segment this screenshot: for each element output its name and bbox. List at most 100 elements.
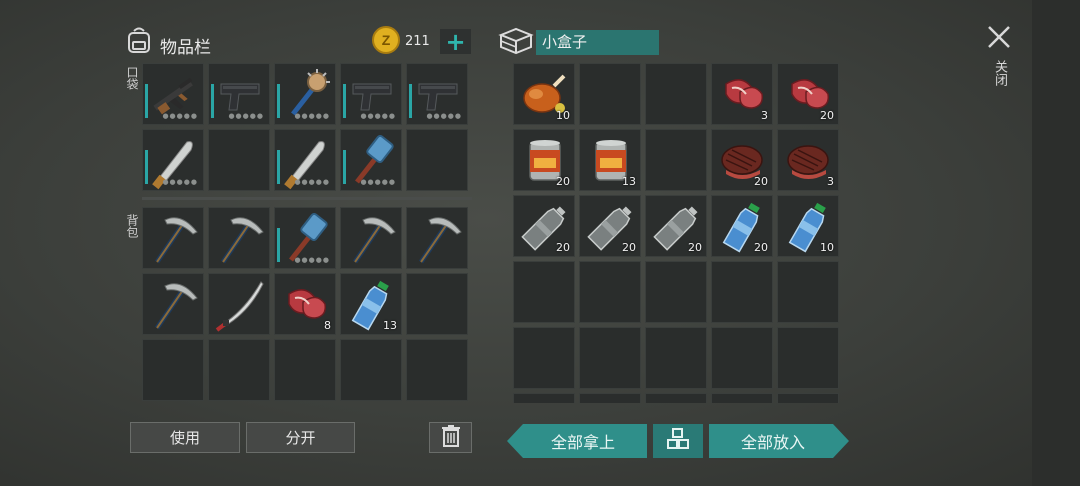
container-slot-6[interactable]: 20 [513,129,575,191]
backpack-label: 背包 [125,214,139,238]
pocket-slot-3[interactable]: ●●●●● [274,63,336,125]
container-slot-26[interactable] [513,393,575,403]
use-button[interactable]: 使用 [130,422,240,453]
container-slot-9[interactable]: 20 [711,129,773,191]
backpack-slot-3[interactable]: ●●●●● [274,207,336,269]
backpack-slot-4[interactable] [340,207,402,269]
container-slot-30[interactable] [777,393,839,403]
take-all-button[interactable]: 全部拿上 [507,424,647,458]
container-slot-27[interactable] [579,393,641,403]
container-slot-21[interactable] [513,327,575,389]
trash-icon [441,424,461,452]
quality-stars: ●●●●● [162,178,198,186]
container-slot-22[interactable] [579,327,641,389]
container-slot-13[interactable]: 20 [645,195,707,257]
put-all-label: 全部放入 [740,433,805,452]
container-slot-10[interactable]: 3 [777,129,839,191]
item-count: 10 [820,241,834,254]
svg-text:Z: Z [382,32,391,48]
durability-bar [211,84,214,118]
sort-button[interactable] [653,424,703,458]
container-slot-8[interactable] [645,129,707,191]
container-slot-23[interactable] [645,327,707,389]
backpack-slot-13[interactable] [274,339,336,401]
put-all-button[interactable]: 全部放入 [709,424,849,458]
quality-stars: ●●●●● [426,112,462,120]
container-slot-16[interactable] [513,261,575,323]
item-count: 13 [383,319,397,332]
container-slot-3[interactable] [645,63,707,125]
backpack-slot-12[interactable] [208,339,270,401]
right-edge-panel [1032,0,1080,486]
container-slot-7[interactable]: 13 [579,129,641,191]
backpack-slot-5[interactable] [406,207,468,269]
quality-stars: ●●●●● [294,178,330,186]
container-slot-18[interactable] [645,261,707,323]
pocket-slot-5[interactable]: ●●●●● [406,63,468,125]
item-count: 10 [556,109,570,122]
grid-sort-icon [667,428,689,454]
pocket-slot-1[interactable]: ●●●●● [142,63,204,125]
item-count: 20 [754,241,768,254]
container-slot-1[interactable]: 10 [513,63,575,125]
backpack-slot-15[interactable] [406,339,468,401]
close-icon [988,26,1010,48]
quality-stars: ●●●●● [162,112,198,120]
item-count: 20 [556,175,570,188]
container-slot-28[interactable] [645,393,707,403]
pocket-slot-2[interactable]: ●●●●● [208,63,270,125]
container-slot-15[interactable]: 10 [777,195,839,257]
container-slot-5[interactable]: 20 [777,63,839,125]
item-count: 8 [324,319,331,332]
item-count: 13 [622,175,636,188]
container-slot-24[interactable] [711,327,773,389]
item-count: 20 [820,109,834,122]
quality-stars: ●●●●● [294,256,330,264]
pocket-slot-6[interactable]: ●●●●● [142,129,204,191]
backpack-slot-9[interactable]: 13 [340,273,402,335]
trash-button[interactable] [429,422,472,453]
container-slot-17[interactable] [579,261,641,323]
container-slot-11[interactable]: 20 [513,195,575,257]
durability-bar [277,228,280,262]
pocket-slot-8[interactable]: ●●●●● [274,129,336,191]
backpack-slot-6[interactable] [142,273,204,335]
backpack-slot-1[interactable] [142,207,204,269]
backpack-slot-11[interactable] [142,339,204,401]
close-label[interactable]: 关闭 [990,60,1009,86]
item-count: 3 [761,109,768,122]
container-slot-25[interactable] [777,327,839,389]
container-slot-4[interactable]: 3 [711,63,773,125]
pocket-slot-4[interactable]: ●●●●● [340,63,402,125]
durability-bar [145,150,148,184]
backpack-slot-10[interactable] [406,273,468,335]
pocket-label: 口袋 [125,66,139,90]
backpack-slot-8[interactable]: 8 [274,273,336,335]
quality-stars: ●●●●● [294,112,330,120]
backpack-slot-7[interactable] [208,273,270,335]
section-divider [142,197,472,200]
pocket-slot-9[interactable]: ●●●●● [340,129,402,191]
add-coins-button[interactable]: + [440,29,471,54]
durability-bar [409,84,412,118]
take-all-label: 全部拿上 [550,433,615,452]
container-slot-2[interactable] [579,63,641,125]
coin-icon: Z [372,26,400,54]
item-count: 20 [556,241,570,254]
pocket-slot-7[interactable] [208,129,270,191]
backpack-slot-14[interactable] [340,339,402,401]
durability-bar [277,84,280,118]
container-slot-20[interactable] [777,261,839,323]
pocket-slot-10[interactable] [406,129,468,191]
split-button[interactable]: 分开 [246,422,355,453]
container-slot-19[interactable] [711,261,773,323]
quality-stars: ●●●●● [360,112,396,120]
container-grid: 10 3 20 20 13 20 3 20 20 20 20 10 [513,63,839,403]
close-button[interactable] [986,24,1012,50]
container-slot-12[interactable]: 20 [579,195,641,257]
backpack-slot-2[interactable] [208,207,270,269]
backpack-grid: ●●●●● 8 13 [142,207,468,401]
container-slot-29[interactable] [711,393,773,403]
container-slot-14[interactable]: 20 [711,195,773,257]
container-name-field[interactable]: 小盒子 [536,30,659,55]
